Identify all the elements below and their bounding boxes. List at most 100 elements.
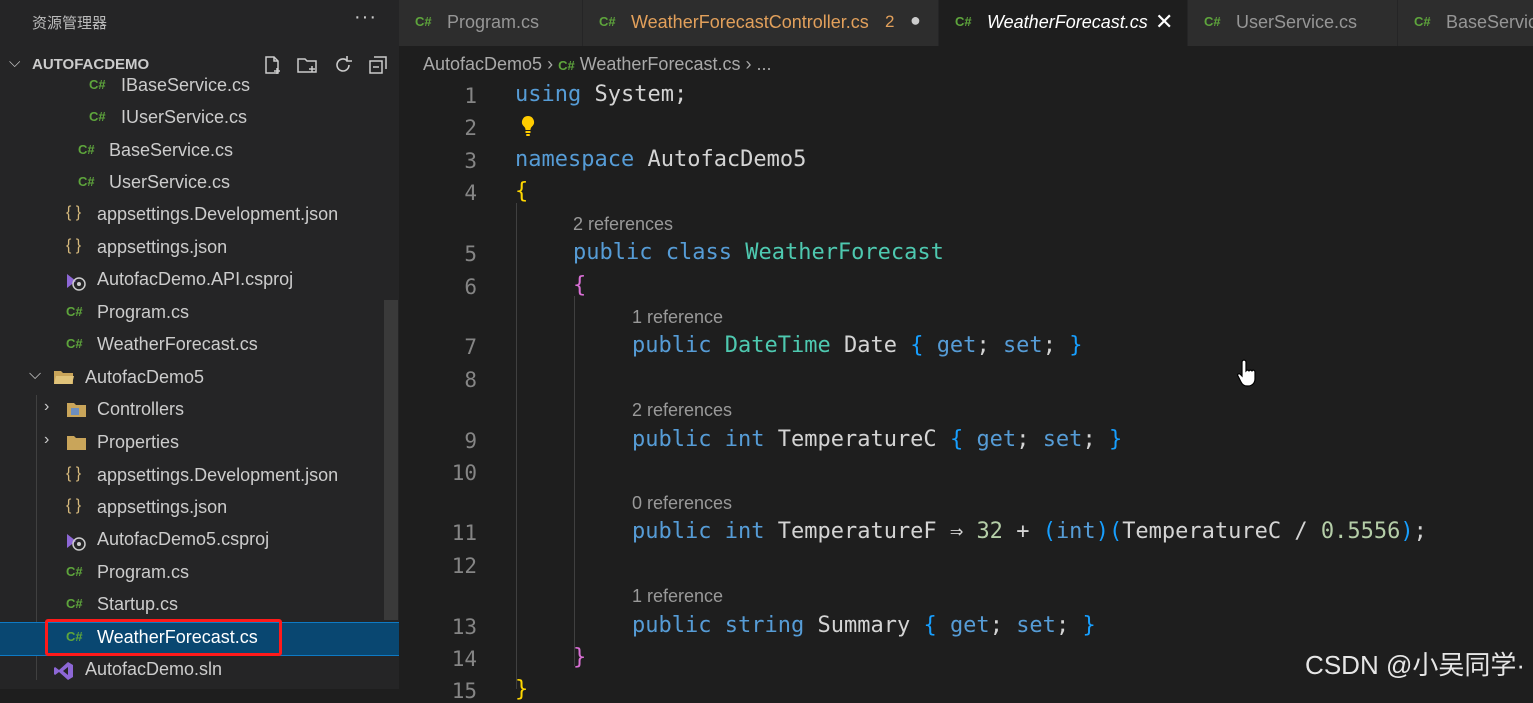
csharp-file-icon: C#	[1414, 14, 1431, 29]
keyword: namespace	[515, 147, 635, 172]
bracket: }	[1069, 333, 1083, 358]
codelens-references[interactable]: 1 reference	[632, 307, 723, 328]
folder-open-icon	[53, 368, 75, 389]
csproj-file-icon	[64, 270, 88, 295]
type-name: WeatherForecast	[745, 240, 944, 265]
code-line: public DateTime Date { get; set; }	[632, 333, 1082, 358]
codelens-references[interactable]: 2 references	[632, 400, 732, 421]
tree-item[interactable]: { } appsettings.Development.json	[0, 200, 399, 232]
tree-item[interactable]: { } appsettings.Development.json	[0, 461, 399, 493]
tree-item-label: IBaseService.cs	[121, 75, 251, 95]
code-line: }	[573, 645, 586, 670]
csharp-file-icon: C#	[599, 14, 616, 29]
tree-item-label: UserService.cs	[109, 172, 231, 192]
csharp-file-icon: C#	[1204, 14, 1221, 29]
json-file-icon: { }	[66, 204, 82, 221]
breadcrumb-separator-icon: ›	[547, 54, 559, 74]
tab-weatherforecast-cs[interactable]: C# WeatherForecast.cs ✕	[939, 0, 1188, 46]
tab-label: Program.cs	[447, 12, 540, 32]
keyword: int	[1055, 519, 1096, 544]
close-icon[interactable]: ✕	[1155, 9, 1173, 35]
csproj-file-icon	[64, 530, 88, 555]
csharp-file-icon: C#	[66, 336, 83, 351]
csharp-file-icon: C#	[66, 304, 83, 319]
keyword: set	[1002, 333, 1043, 358]
csharp-file-icon: C#	[955, 14, 972, 29]
tree-item-label: AutofacDemo.sln	[85, 659, 223, 679]
breadcrumb-file[interactable]: WeatherForecast.cs	[580, 54, 741, 74]
keyword: get	[949, 613, 990, 638]
tree-item[interactable]: { } appsettings.json	[0, 233, 399, 265]
unsaved-dot-icon[interactable]: ●	[910, 10, 921, 31]
csharp-file-icon: C#	[78, 142, 95, 157]
hand-pointer-icon	[1237, 359, 1256, 387]
number: 0.5556	[1320, 519, 1401, 544]
bracket: (	[1042, 519, 1056, 544]
explorer-sidebar: 资源管理器 ··· ⌵ AUTOFACDEMO C# IBaseService.…	[0, 0, 399, 689]
breadcrumb-project[interactable]: AutofacDemo5	[423, 54, 542, 74]
tree-item[interactable]: C# WeatherForecast.cs	[0, 330, 399, 362]
chevron-right-icon[interactable]: ›	[44, 431, 49, 449]
bracket: {	[515, 179, 529, 204]
line-number: 5	[464, 242, 477, 266]
tree-item[interactable]: C# Startup.cs	[0, 590, 399, 622]
line-number: 3	[464, 149, 477, 173]
bracket: {	[573, 273, 587, 298]
chevron-right-icon[interactable]: ›	[44, 398, 49, 416]
breadcrumb-more[interactable]: ...	[756, 54, 771, 74]
tab-label: UserService.cs	[1236, 12, 1358, 32]
json-file-icon: { }	[66, 237, 82, 254]
tree-item[interactable]: C# Program.cs	[0, 558, 399, 590]
keyword: int	[724, 519, 765, 544]
keyword: class	[665, 240, 732, 265]
tab-userservice-cs[interactable]: C# UserService.cs	[1188, 0, 1398, 46]
tree-item[interactable]: C# IBaseService.cs	[0, 71, 399, 103]
code-line: {	[515, 179, 528, 204]
tree-folder[interactable]: ⌵ AutofacDemo5	[0, 363, 399, 395]
lightbulb-icon[interactable]	[519, 115, 537, 137]
tree-item-label: AutofacDemo5	[85, 367, 205, 387]
punctuation: ;	[989, 613, 1003, 638]
tree-item[interactable]: AutofacDemo.sln	[0, 655, 399, 687]
chevron-down-icon[interactable]: ⌵	[9, 54, 20, 71]
controllers-folder-icon	[66, 401, 88, 422]
code-line: }	[515, 677, 528, 702]
more-actions-icon[interactable]: ···	[354, 6, 377, 29]
tree-item-label: IUserService.cs	[121, 107, 248, 127]
tab-program-cs[interactable]: C# Program.cs	[399, 0, 583, 46]
line-number: 8	[464, 368, 477, 392]
tree-folder[interactable]: › Controllers	[0, 395, 399, 427]
code-line: public class WeatherForecast	[573, 240, 944, 265]
codelens-references[interactable]: 0 references	[632, 493, 732, 514]
tree-item-label: Properties	[97, 432, 180, 452]
tree-item-label: WeatherForecast.cs	[97, 334, 258, 354]
tree-item-label: Program.cs	[97, 562, 190, 582]
tree-item-label: BaseService.cs	[109, 140, 234, 160]
keyword: public	[632, 519, 712, 544]
bracket: }	[515, 677, 529, 702]
type-name: DateTime	[724, 333, 831, 358]
chevron-down-icon[interactable]: ⌵	[29, 366, 41, 384]
tree-item[interactable]: C# BaseService.cs	[0, 136, 399, 168]
indent-guide	[516, 203, 517, 689]
codelens-references[interactable]: 2 references	[573, 214, 673, 235]
tree-item[interactable]: AutofacDemo.API.csproj	[0, 265, 399, 297]
keyword: set	[1042, 427, 1083, 452]
sidebar-scrollbar[interactable]	[384, 300, 398, 620]
tree-item[interactable]: { } appsettings.json	[0, 493, 399, 525]
tree-item[interactable]: AutofacDemo5.csproj	[0, 525, 399, 557]
tab-baseservice-cs[interactable]: C# BaseService.cs	[1398, 0, 1533, 46]
tab-weatherforecastcontroller-cs[interactable]: C# WeatherForecastController.cs 2 ●	[583, 0, 939, 46]
tree-item[interactable]: C# IUserService.cs	[0, 103, 399, 135]
bracket: }	[573, 645, 587, 670]
code-line: public string Summary { get; set; }	[632, 613, 1096, 638]
code-editor[interactable]: 1 2 3 4 5 6 7 8 9 10 11 12 13 14 15 usin…	[399, 78, 1533, 703]
tree-item[interactable]: C# UserService.cs	[0, 168, 399, 200]
tree-item-label: appsettings.Development.json	[97, 204, 339, 224]
codelens-references[interactable]: 1 reference	[632, 586, 723, 607]
bracket: (	[1108, 519, 1123, 544]
tree-item[interactable]: C# Program.cs	[0, 298, 399, 330]
keyword: public	[573, 240, 653, 265]
keyword: set	[1016, 613, 1056, 638]
tree-folder[interactable]: › Properties	[0, 428, 399, 460]
